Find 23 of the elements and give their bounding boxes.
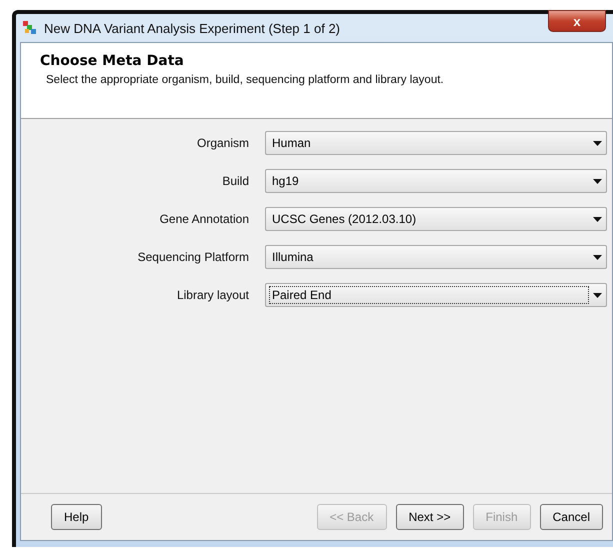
header-title: Choose Meta Data: [40, 53, 185, 69]
field-label: Library layout: [176, 288, 249, 302]
dialog-button[interactable]: Cancel: [540, 504, 603, 530]
dropdown[interactable]: Human: [265, 131, 607, 155]
dialog-button[interactable]: Help: [51, 504, 102, 530]
dropdown-arrow-icon: [593, 292, 602, 298]
dialog-button[interactable]: Next >>: [396, 504, 464, 530]
field-label: Build: [221, 174, 249, 188]
close-button[interactable]: x: [548, 10, 606, 32]
dropdown-arrow-icon: [593, 254, 602, 260]
window-title: New DNA Variant Analysis Experiment (Step 1 of 2): [44, 20, 340, 36]
field-label: Gene Annotation: [158, 212, 249, 226]
header-description: Select the appropriate organism, build, sequencing platform and library layout.: [45, 74, 445, 86]
field-label: Organism: [196, 136, 249, 150]
dropdown[interactable]: Illumina: [265, 245, 607, 269]
app-logo-icon: [22, 20, 38, 36]
dropdown[interactable]: UCSC Genes (2012.03.10): [265, 207, 607, 231]
dropdown[interactable]: hg19: [265, 169, 607, 193]
dropdown-arrow-icon: [593, 140, 602, 146]
dropdown-arrow-icon: [593, 178, 602, 184]
dropdown[interactable]: Paired End: [265, 283, 607, 307]
field-label: Sequencing Platform: [136, 250, 249, 264]
dropdown-arrow-icon: [593, 216, 602, 222]
